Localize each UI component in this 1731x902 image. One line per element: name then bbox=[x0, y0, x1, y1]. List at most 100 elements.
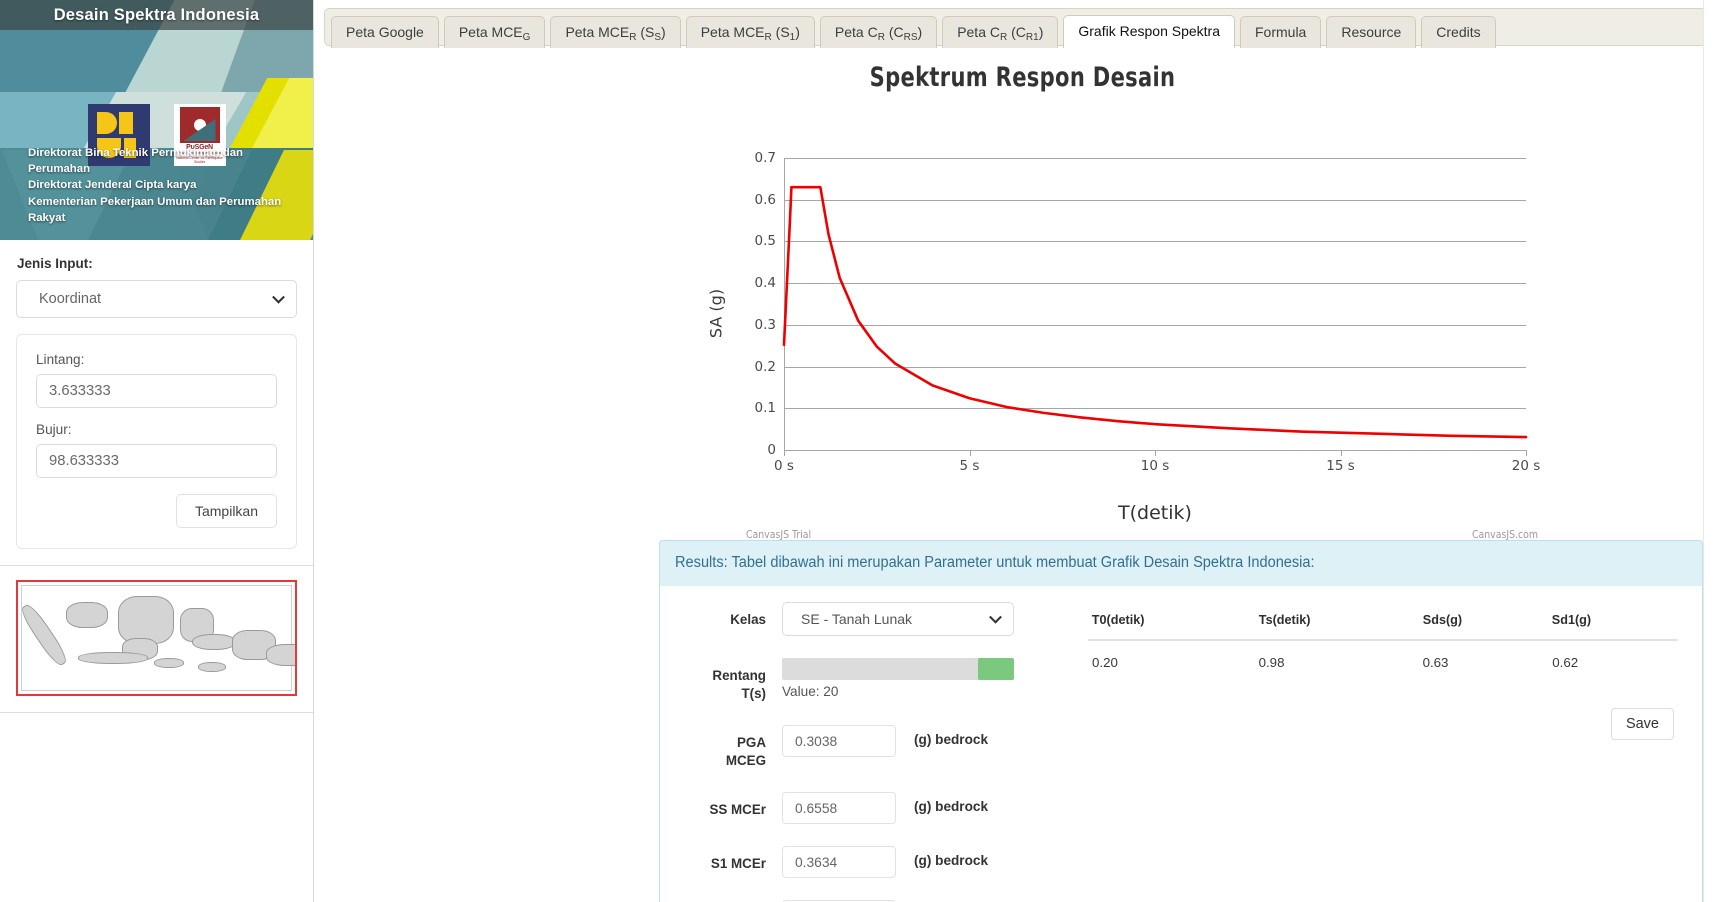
chart-x-tick-label: 0 s bbox=[774, 458, 794, 474]
rentang-label: Rentang T(s) bbox=[670, 658, 782, 703]
input-type-select[interactable]: Koordinat bbox=[16, 280, 297, 318]
tab-label-sub: R bbox=[764, 32, 772, 43]
ss-input-value: 0.6558 bbox=[795, 800, 838, 816]
tampilkan-button[interactable]: Tampilkan bbox=[175, 494, 277, 528]
chart-y-tick-label: 0.1 bbox=[754, 400, 776, 417]
tab-label-tail2: ) bbox=[917, 24, 923, 40]
tab-peta-google[interactable]: Peta Google bbox=[331, 16, 439, 48]
tab-list: Peta Google Peta MCEG Peta MCER (SS) Pet… bbox=[331, 14, 1714, 48]
chart-x-tick-label: 20 s bbox=[1511, 458, 1541, 474]
tab-label-sub: R bbox=[1000, 32, 1008, 43]
tab-formula[interactable]: Formula bbox=[1240, 16, 1322, 48]
chart-y-tick-label: 0.5 bbox=[754, 233, 776, 250]
input-type-label: Jenis Input: bbox=[17, 256, 93, 271]
sidebar-divider bbox=[0, 565, 313, 566]
tab-label-tail-sub: R1 bbox=[1025, 32, 1039, 43]
table-cell-sds: 0.63 bbox=[1422, 655, 1449, 670]
chart-series-se bbox=[782, 185, 1528, 439]
sidebar-hero-banner: PuSGeN Pusat Studi Gempa Nasional Nation… bbox=[0, 0, 313, 240]
app-window: Desain Spektra Indonesia PuSGeN Pusat St… bbox=[0, 0, 1731, 902]
tab-label-sub: R bbox=[877, 32, 885, 43]
s1-input-value: 0.3634 bbox=[795, 854, 838, 870]
main-content: Peta Google Peta MCEG Peta MCER (SS) Pet… bbox=[314, 0, 1731, 902]
pga-unit-label: (g) bedrock bbox=[914, 732, 989, 748]
chart-x-tick-label: 10 s bbox=[1140, 458, 1170, 474]
save-button[interactable]: Save bbox=[1610, 708, 1674, 740]
indonesia-map-thumbnail[interactable] bbox=[16, 580, 297, 696]
table-row: 0.20 0.98 0.63 0.62 bbox=[1088, 640, 1678, 680]
chart-x-tick-label: 15 s bbox=[1326, 458, 1355, 474]
table-header-ts: Ts(detik) bbox=[1254, 606, 1411, 641]
chart-y-axis-label: SA (g) bbox=[706, 288, 726, 339]
response-spectrum-chart: Spektrum Respon Desain SA (g) 0 0.1 0.2 0.3… bbox=[314, 62, 1731, 591]
rentang-label-line-2: T(s) bbox=[741, 686, 766, 702]
table-cell-ts: 0.98 bbox=[1258, 655, 1285, 670]
s1-unit-label: (g) bedrock bbox=[914, 853, 989, 869]
chart-y-tick-label: 0.4 bbox=[754, 275, 776, 292]
tab-label: Peta MCE bbox=[458, 24, 523, 40]
results-form-column: Kelas SE - Tanah Lunak Rentang T(s) Valu… bbox=[660, 602, 1070, 902]
bujur-input-value: 98.633333 bbox=[49, 453, 119, 469]
s1-input[interactable]: 0.3634 bbox=[782, 846, 896, 879]
tab-label-sub: R bbox=[629, 32, 637, 43]
tab-peta-cr-crs[interactable]: Peta CR (CRS) bbox=[819, 16, 938, 48]
tab-peta-cr-cr1[interactable]: Peta CR (CR1) bbox=[942, 16, 1059, 48]
agency-caption-line-1: Direktorat Bina Teknik Permukiman dan Pe… bbox=[28, 147, 244, 176]
chart-x-tick-mark bbox=[969, 450, 971, 456]
chevron-down-icon bbox=[989, 610, 1002, 624]
tab-label-tail: (C bbox=[884, 24, 904, 40]
tab-grafik-respon-spektra[interactable]: Grafik Respon Spektra bbox=[1063, 15, 1235, 48]
bujur-label: Bujur: bbox=[36, 422, 72, 437]
table-header-sd1: Sd1(g) bbox=[1548, 606, 1672, 641]
tab-label: Formula bbox=[1255, 24, 1307, 40]
pga-input[interactable]: 0.3038 bbox=[782, 725, 896, 758]
chart-y-tick-label: 0.3 bbox=[754, 316, 776, 333]
rentang-slider-value: Value: 20 bbox=[782, 684, 839, 699]
rentang-label-line-1: Rentang bbox=[712, 668, 766, 683]
s1-label: S1 MCEr bbox=[710, 856, 766, 872]
tab-label: Credits bbox=[1436, 24, 1481, 40]
tab-peta-mce-g[interactable]: Peta MCEG bbox=[443, 16, 546, 48]
field-row-rentang: Rentang T(s) Value: 20 bbox=[670, 658, 1070, 703]
pga-label: PGA MCEG bbox=[670, 725, 782, 770]
chevron-down-icon bbox=[272, 290, 285, 304]
tab-label-tail: (C bbox=[1007, 24, 1026, 40]
kelas-select[interactable]: SE - Tanah Lunak bbox=[782, 602, 1014, 636]
chart-y-tick-label: 0 bbox=[767, 442, 776, 458]
tab-label-tail: (S bbox=[636, 24, 655, 40]
results-table-column: T0(detik) Ts(detik) Sds(g) Sd1(g) 0.20 0… bbox=[1070, 602, 1702, 902]
bujur-input[interactable]: 98.633333 bbox=[36, 444, 277, 478]
agency-caption: Direktorat Bina Teknik Permukiman dan Pe… bbox=[28, 145, 305, 226]
tab-label: Grafik Respon Spektra bbox=[1078, 23, 1220, 39]
tab-label: Peta MCE bbox=[565, 24, 630, 40]
ss-input[interactable]: 0.6558 bbox=[782, 792, 896, 825]
field-row-pga: PGA MCEG 0.3038 (g) bedrock bbox=[670, 725, 1070, 770]
chart-x-tick-mark bbox=[1526, 450, 1527, 456]
chart-x-axis-label: T(detik) bbox=[1118, 502, 1192, 524]
kelas-label: Kelas bbox=[730, 612, 766, 627]
tab-label-tail-sub: S bbox=[654, 32, 662, 43]
tab-peta-mce-r-ss[interactable]: Peta MCER (SS) bbox=[550, 16, 681, 48]
tab-label-tail2: ) bbox=[1038, 24, 1044, 40]
pga-label-line-1: PGA bbox=[736, 735, 766, 751]
tab-credits[interactable]: Credits bbox=[1421, 16, 1496, 48]
table-header-sds: Sds(g) bbox=[1418, 606, 1542, 641]
tab-resource[interactable]: Resource bbox=[1326, 16, 1417, 48]
tab-label: Peta C bbox=[957, 24, 1000, 40]
map-thumbnail-inner bbox=[18, 585, 295, 691]
chart-x-tick-mark bbox=[1155, 450, 1156, 456]
ss-unit-label: (g) bedrock bbox=[914, 799, 989, 815]
tab-label-tail2: ) bbox=[661, 24, 666, 40]
tab-bar: Peta Google Peta MCEG Peta MCER (SS) Pet… bbox=[324, 8, 1721, 48]
field-row-s1: S1 MCEr 0.3634 (g) bedrock bbox=[670, 846, 1070, 879]
tab-peta-mce-r-s1[interactable]: Peta MCER (S1) bbox=[685, 16, 815, 48]
field-row-ss: SS MCEr 0.6558 (g) bedrock bbox=[670, 792, 1070, 825]
rentang-slider-thumb[interactable] bbox=[978, 658, 1014, 680]
rentang-slider[interactable] bbox=[782, 658, 1014, 680]
table-cell-t0: 0.20 bbox=[1092, 655, 1118, 670]
ss-label: SS MCEr bbox=[709, 802, 766, 818]
tab-label: Peta MCE bbox=[700, 24, 765, 40]
lintang-input[interactable]: 3.633333 bbox=[36, 374, 277, 408]
sidebar-form: Jenis Input: Koordinat Lintang: 3.633333… bbox=[0, 240, 313, 549]
chart-x-tick-mark bbox=[1340, 450, 1342, 456]
